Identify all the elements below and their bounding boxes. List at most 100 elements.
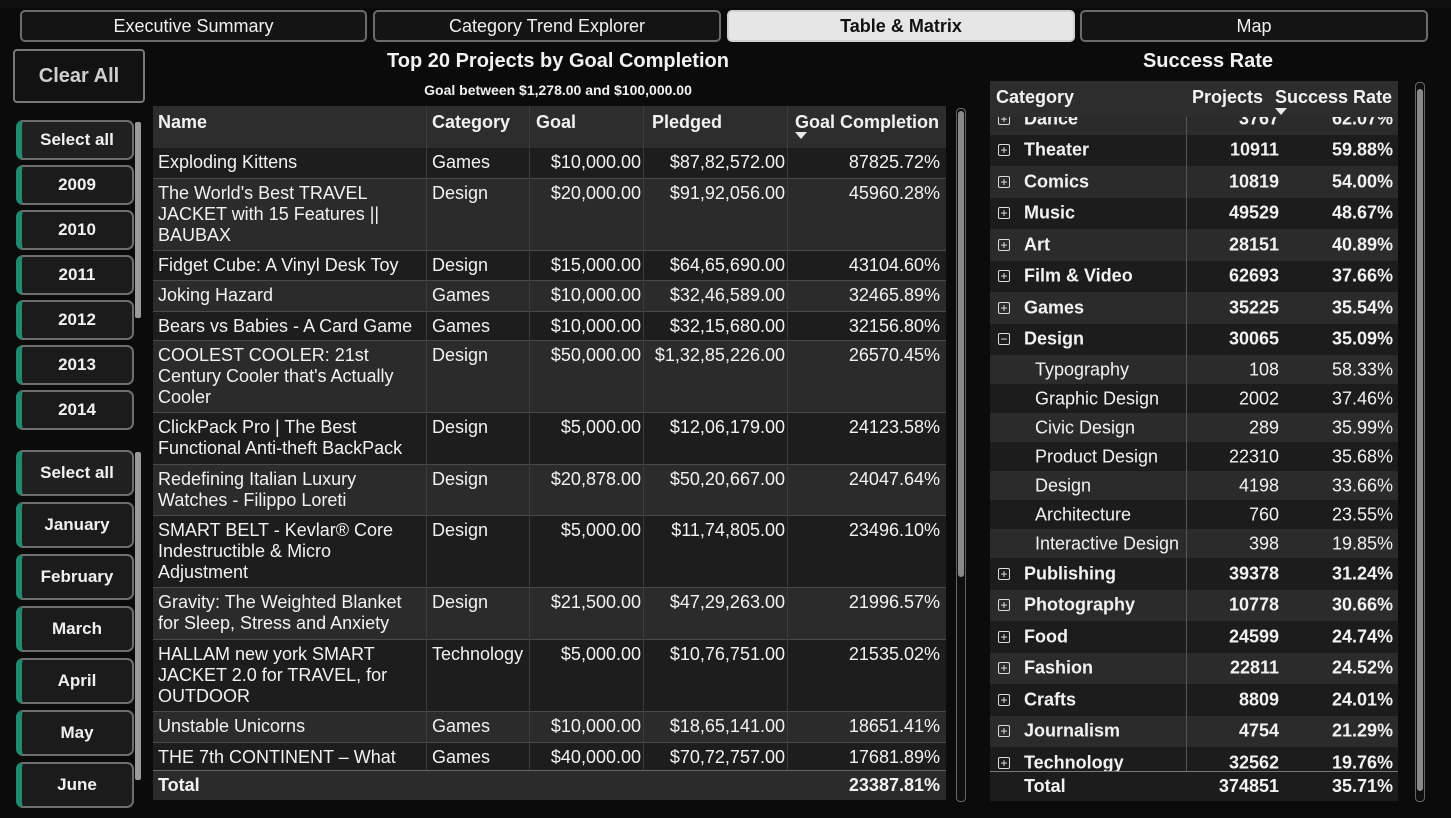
expand-icon[interactable]: + <box>998 117 1010 125</box>
category-name: Civic Design <box>1035 417 1136 437</box>
month_slicer-item-2[interactable]: February <box>16 554 134 600</box>
category-success-rate: 30.66% <box>1331 594 1393 615</box>
category-row[interactable]: + Food 24599 24.74% <box>990 621 1398 653</box>
header-category[interactable]: Category <box>432 112 510 133</box>
tab-map[interactable]: Map <box>1080 10 1428 42</box>
month_slicer-item-6[interactable]: June <box>16 762 134 808</box>
table-row[interactable]: SMART BELT - Kevlar® Core Indestructible… <box>153 516 946 588</box>
project-category: Design <box>432 592 489 612</box>
matrix-scroll-thumb[interactable] <box>1417 89 1423 791</box>
expand-icon[interactable]: + <box>998 630 1010 643</box>
expand-icon[interactable]: + <box>998 207 1010 220</box>
matrix-scrollbar[interactable] <box>1415 82 1425 802</box>
collapse-icon[interactable]: − <box>998 333 1010 346</box>
category-row[interactable]: + Photography 10778 30.66% <box>990 589 1398 621</box>
table-row[interactable]: The World's Best TRAVEL JACKET with 15 F… <box>153 179 946 251</box>
month_slicer-item-1[interactable]: January <box>16 502 134 548</box>
year_slicer-item-6[interactable]: 2014 <box>16 390 134 430</box>
category-row[interactable]: + Comics 10819 54.00% <box>990 166 1398 198</box>
category-success-rate: 37.46% <box>1331 388 1393 408</box>
expand-icon[interactable]: + <box>998 238 1010 251</box>
expand-icon[interactable]: + <box>998 662 1010 675</box>
month_slicer-item-3[interactable]: March <box>16 606 134 652</box>
category-row[interactable]: + Music 49529 48.67% <box>990 197 1398 229</box>
table-row[interactable]: Joking Hazard Games $10,000.00 $32,46,589.0… <box>153 281 946 312</box>
table-row[interactable]: Exploding Kittens Games $10,000.00 $87,82,5… <box>153 148 946 179</box>
table-row[interactable]: Redefining Italian Luxury Watches - Fili… <box>153 465 946 516</box>
category-row[interactable]: + Publishing 39378 31.24% <box>990 558 1398 590</box>
month-slicer-scrollbar[interactable] <box>135 452 141 780</box>
header-projects[interactable]: Projects <box>1192 87 1263 108</box>
tab-table-matrix[interactable]: Table & Matrix <box>727 10 1075 42</box>
month_slicer-item-4[interactable]: April <box>16 658 134 704</box>
expand-icon[interactable]: + <box>998 144 1010 157</box>
header-name[interactable]: Name <box>158 112 207 133</box>
table-row[interactable]: COOLEST COOLER: 21st Century Cooler that… <box>153 341 946 413</box>
top20-scrollbar[interactable] <box>956 108 966 802</box>
month_slicer-item-0[interactable]: Select all <box>16 450 134 496</box>
category-projects: 49529 <box>1228 202 1279 223</box>
category-success-rate: 24.52% <box>1331 657 1393 678</box>
table-row[interactable]: Fidget Cube: A Vinyl Desk Toy Design $15,0… <box>153 251 946 281</box>
category-projects: 2002 <box>1238 388 1279 408</box>
expand-icon[interactable]: + <box>998 301 1010 314</box>
expand-icon[interactable]: + <box>998 567 1010 580</box>
category-row[interactable]: + Crafts 8809 24.01% <box>990 684 1398 716</box>
header-category[interactable]: Category <box>996 87 1074 108</box>
category-projects: 10819 <box>1228 171 1279 192</box>
category-success-rate: 62.07% <box>1331 117 1393 129</box>
table-row[interactable]: HALLAM new york SMART JACKET 2.0 for TRA… <box>153 640 946 712</box>
category-success-rate: 35.68% <box>1331 446 1393 466</box>
subcategory-row[interactable]: Graphic Design 2002 37.46% <box>990 384 1398 413</box>
expand-icon[interactable]: + <box>998 693 1010 706</box>
year-slicer-scrollbar[interactable] <box>135 122 141 318</box>
year_slicer-item-3[interactable]: 2011 <box>16 255 134 295</box>
category-row[interactable]: + Games 35225 35.54% <box>990 292 1398 324</box>
project-category: Technology <box>432 644 524 664</box>
category-row[interactable]: + Theater 10911 59.88% <box>990 134 1398 166</box>
expand-icon[interactable]: + <box>998 725 1010 738</box>
tab-executive-summary[interactable]: Executive Summary <box>20 10 367 42</box>
header-goal[interactable]: Goal <box>536 112 576 133</box>
subcategory-row[interactable]: Interactive Design 398 19.85% <box>990 529 1398 558</box>
expand-icon[interactable]: + <box>998 175 1010 188</box>
header-pledged[interactable]: Pledged <box>652 112 722 133</box>
year_slicer-item-4[interactable]: 2012 <box>16 300 134 340</box>
subcategory-row[interactable]: Design 4198 33.66% <box>990 471 1398 500</box>
category-projects: 3767 <box>1238 117 1279 129</box>
table-row[interactable]: Gravity: The Weighted Blanket for Sleep,… <box>153 588 946 640</box>
year_slicer-item-0[interactable]: Select all <box>16 120 134 160</box>
clear-all-button[interactable]: Clear All <box>13 49 145 103</box>
project-goal-completion: 43104.60% <box>848 255 940 275</box>
category-row[interactable]: + Fashion 22811 24.52% <box>990 652 1398 684</box>
category-row[interactable]: + Journalism 4754 21.29% <box>990 715 1398 747</box>
sort-descending-icon <box>1275 108 1287 115</box>
project-goal: $20,000.00 <box>550 183 641 203</box>
subcategory-row[interactable]: Civic Design 289 35.99% <box>990 413 1398 442</box>
expand-icon[interactable]: + <box>998 756 1010 769</box>
table-row[interactable]: Unstable Unicorns Games $10,000.00 $18,65,1… <box>153 712 946 743</box>
year_slicer-item-2[interactable]: 2010 <box>16 210 134 250</box>
table-row[interactable]: ClickPack Pro | The Best Functional Anti… <box>153 413 946 465</box>
category-row[interactable]: + Film & Video 62693 37.66% <box>990 260 1398 292</box>
subcategory-row[interactable]: Product Design 22310 35.68% <box>990 442 1398 471</box>
project-pledged: $32,15,680.00 <box>669 316 785 336</box>
top20-scroll-thumb[interactable] <box>958 111 964 577</box>
header-goal-completion[interactable]: Goal Completion <box>795 112 939 133</box>
subcategory-row[interactable]: Typography 108 58.33% <box>990 355 1398 384</box>
year_slicer-item-1[interactable]: 2009 <box>16 165 134 205</box>
expand-icon[interactable]: + <box>998 270 1010 283</box>
expand-icon[interactable]: + <box>998 599 1010 612</box>
category-row[interactable]: + Technology 32562 19.76% <box>990 747 1398 771</box>
subcategory-row[interactable]: Architecture 760 23.55% <box>990 500 1398 529</box>
year_slicer-item-5[interactable]: 2013 <box>16 345 134 385</box>
month_slicer-item-5[interactable]: May <box>16 710 134 756</box>
table-row[interactable]: Bears vs Babies - A Card Game Games $10,00… <box>153 312 946 341</box>
category-row[interactable]: + Art 28151 40.89% <box>990 229 1398 261</box>
project-goal-completion: 17681.89% <box>848 747 940 767</box>
year-slicer: Select all 2009 2010 2011 2012 2013 2014 <box>10 120 150 438</box>
header-success-rate[interactable]: Success Rate <box>1275 87 1392 108</box>
category-row[interactable]: − Design 30065 35.09% <box>990 323 1398 355</box>
tab-category-trend-explorer[interactable]: Category Trend Explorer <box>373 10 721 42</box>
category-row[interactable]: + Dance 3767 62.07% <box>990 117 1398 135</box>
